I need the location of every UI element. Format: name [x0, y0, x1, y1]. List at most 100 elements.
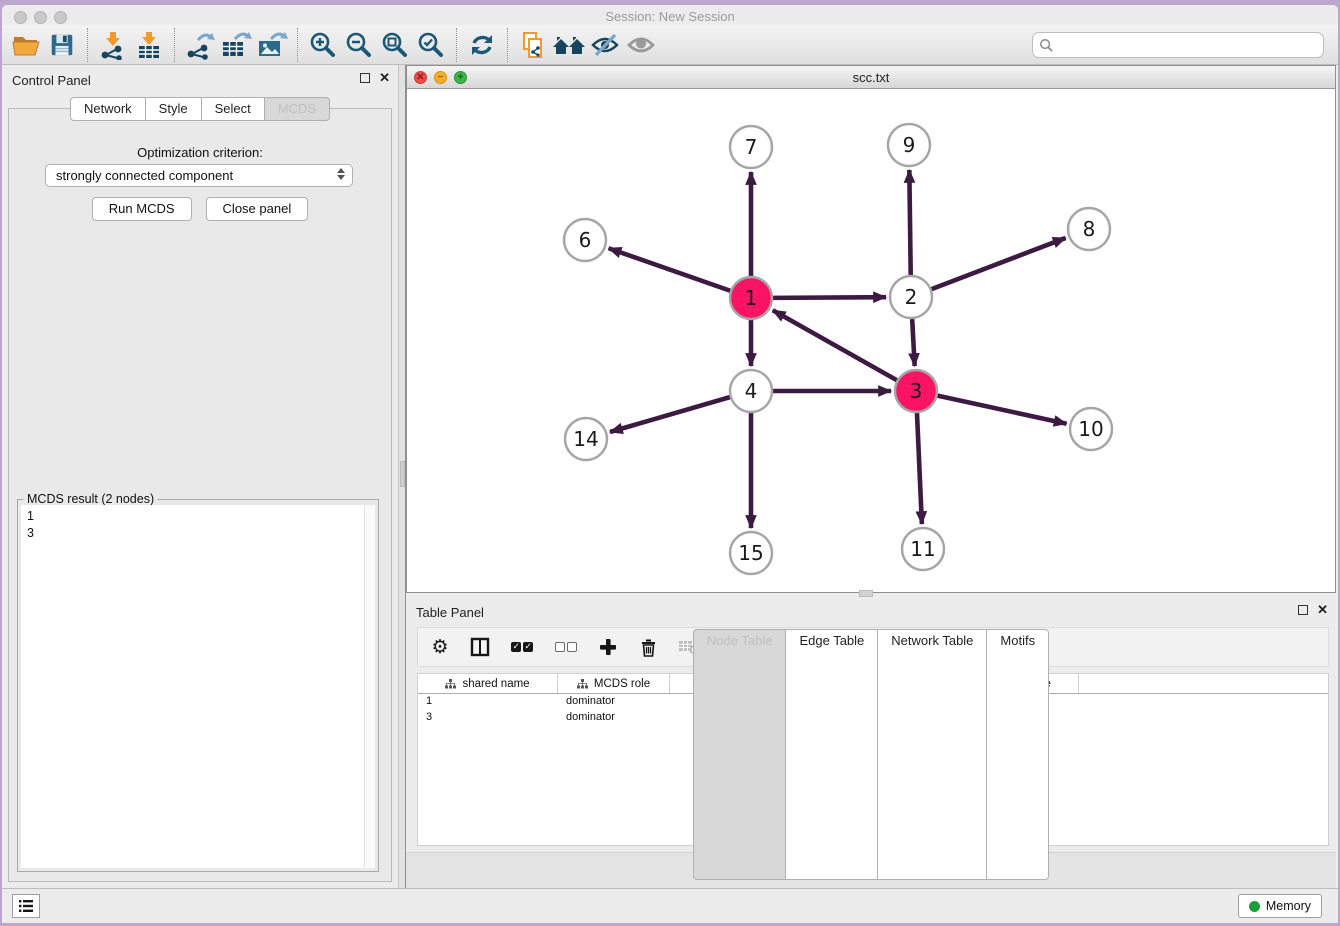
svg-text:3: 3	[910, 379, 923, 403]
graph-node-3[interactable]: 3	[895, 370, 937, 412]
list-icon	[18, 899, 34, 913]
network-title: scc.txt	[407, 70, 1335, 85]
graph-edge-2-8[interactable]	[932, 238, 1066, 289]
mcds-result-box: MCDS result (2 nodes) 13	[17, 499, 379, 872]
vertical-splitter[interactable]	[398, 65, 406, 888]
window-title: Session: New Session	[2, 9, 1338, 24]
search-container	[1032, 32, 1324, 58]
table-tabs: Node TableEdge TableNetwork TableMotifs	[406, 629, 1336, 880]
optimization-label: Optimization criterion:	[9, 145, 391, 160]
float-panel-icon[interactable]	[360, 73, 370, 83]
mcds-result-title: MCDS result (2 nodes)	[23, 492, 158, 506]
tab-network-table[interactable]: Network Table	[877, 629, 987, 880]
control-panel-tabs: NetworkStyleSelectMCDS	[70, 97, 330, 121]
result-line: 1	[27, 508, 369, 525]
network-window: ✕ − + scc.txt 7 9 6 8 1 2 4 3 14 10 15 11	[406, 65, 1336, 593]
svg-text:4: 4	[745, 379, 758, 403]
memory-label: Memory	[1266, 899, 1311, 913]
graph-edge-2-3[interactable]	[912, 319, 915, 366]
memory-status-icon	[1249, 901, 1260, 912]
zoom-in-icon[interactable]	[305, 28, 341, 62]
dropdown-value: strongly connected component	[56, 168, 233, 183]
mcds-panel: Optimization criterion: strongly connect…	[8, 108, 392, 882]
application: Session: New Session	[0, 0, 1340, 926]
optimization-dropdown[interactable]: strongly connected component	[45, 164, 353, 187]
export-network-icon[interactable]	[182, 28, 218, 62]
tab-mcds[interactable]: MCDS	[264, 97, 330, 121]
status-bar: Memory	[2, 888, 1338, 923]
export-table-icon[interactable]	[218, 28, 254, 62]
control-panel-title: Control Panel	[12, 73, 91, 88]
graph-edge-4-14[interactable]	[610, 397, 730, 432]
task-history-button[interactable]	[12, 894, 40, 918]
result-scrollbar[interactable]	[364, 505, 375, 868]
home-view-icon[interactable]	[551, 28, 587, 62]
close-panel-icon[interactable]: ✕	[379, 73, 390, 83]
graph-node-11[interactable]: 11	[902, 528, 944, 570]
result-line: 3	[27, 525, 369, 542]
svg-text:8: 8	[1083, 217, 1096, 241]
close-table-panel-icon[interactable]: ✕	[1317, 605, 1328, 615]
graph-node-14[interactable]: 14	[565, 418, 607, 460]
memory-button[interactable]: Memory	[1238, 894, 1322, 918]
tab-edge-table[interactable]: Edge Table	[785, 629, 878, 880]
graph-node-15[interactable]: 15	[730, 532, 772, 574]
svg-text:14: 14	[573, 427, 598, 451]
splitter-handle[interactable]	[400, 461, 405, 487]
refresh-layout-icon[interactable]	[464, 28, 500, 62]
network-canvas[interactable]: 7 9 6 8 1 2 4 3 14 10 15 11	[407, 89, 1335, 592]
main-toolbar	[2, 25, 1338, 65]
search-input[interactable]	[1032, 32, 1324, 58]
graph-node-1[interactable]: 1	[730, 277, 772, 319]
graph-node-10[interactable]: 10	[1070, 408, 1112, 450]
clone-network-icon[interactable]	[515, 28, 551, 62]
show-all-icon[interactable]	[623, 28, 659, 62]
graph-edge-3-11[interactable]	[917, 413, 922, 524]
svg-text:6: 6	[579, 228, 592, 252]
graph-node-4[interactable]: 4	[730, 370, 772, 412]
mcds-result-list: 13	[21, 505, 375, 545]
network-graph[interactable]: 7 9 6 8 1 2 4 3 14 10 15 11	[407, 89, 1335, 592]
svg-text:1: 1	[745, 286, 758, 310]
main-window: Session: New Session	[2, 5, 1338, 923]
svg-text:7: 7	[745, 135, 758, 159]
graph-edge-3-10[interactable]	[937, 396, 1066, 424]
zoom-out-icon[interactable]	[341, 28, 377, 62]
close-panel-button[interactable]: Close panel	[206, 197, 309, 221]
save-session-icon[interactable]	[44, 28, 80, 62]
zoom-selected-icon[interactable]	[413, 28, 449, 62]
graph-node-6[interactable]: 6	[564, 219, 606, 261]
svg-text:11: 11	[910, 537, 935, 561]
tab-network[interactable]: Network	[70, 97, 146, 121]
graph-edge-3-1[interactable]	[773, 310, 897, 380]
import-network-icon[interactable]	[95, 28, 131, 62]
graph-node-2[interactable]: 2	[890, 276, 932, 318]
table-panel: Table Panel ✕ ⚙	[406, 597, 1336, 888]
import-table-icon[interactable]	[131, 28, 167, 62]
svg-text:10: 10	[1078, 417, 1103, 441]
run-mcds-button[interactable]: Run MCDS	[92, 197, 192, 221]
hide-selected-icon[interactable]	[587, 28, 623, 62]
graph-node-7[interactable]: 7	[730, 126, 772, 168]
graph-node-8[interactable]: 8	[1068, 208, 1110, 250]
float-table-panel-icon[interactable]	[1298, 605, 1308, 615]
tab-select[interactable]: Select	[201, 97, 265, 121]
window-titlebar: Session: New Session	[2, 5, 1338, 25]
open-session-icon[interactable]	[8, 28, 44, 62]
network-titlebar: ✕ − + scc.txt	[407, 66, 1335, 89]
svg-text:2: 2	[905, 285, 918, 309]
export-image-icon[interactable]	[254, 28, 290, 62]
svg-text:9: 9	[903, 133, 916, 157]
dropdown-arrows-icon	[337, 168, 345, 180]
tab-motifs[interactable]: Motifs	[986, 629, 1049, 880]
horizontal-splitter-handle[interactable]	[859, 590, 873, 597]
mcds-result-area[interactable]: 13	[21, 505, 375, 868]
graph-node-9[interactable]: 9	[888, 124, 930, 166]
tab-style[interactable]: Style	[145, 97, 202, 121]
graph-edge-1-6[interactable]	[609, 248, 731, 290]
graph-edge-1-2[interactable]	[773, 297, 886, 298]
svg-text:15: 15	[738, 541, 763, 565]
graph-edge-2-9[interactable]	[909, 170, 910, 275]
tab-node-table[interactable]: Node Table	[693, 629, 787, 880]
zoom-fit-icon[interactable]	[377, 28, 413, 62]
